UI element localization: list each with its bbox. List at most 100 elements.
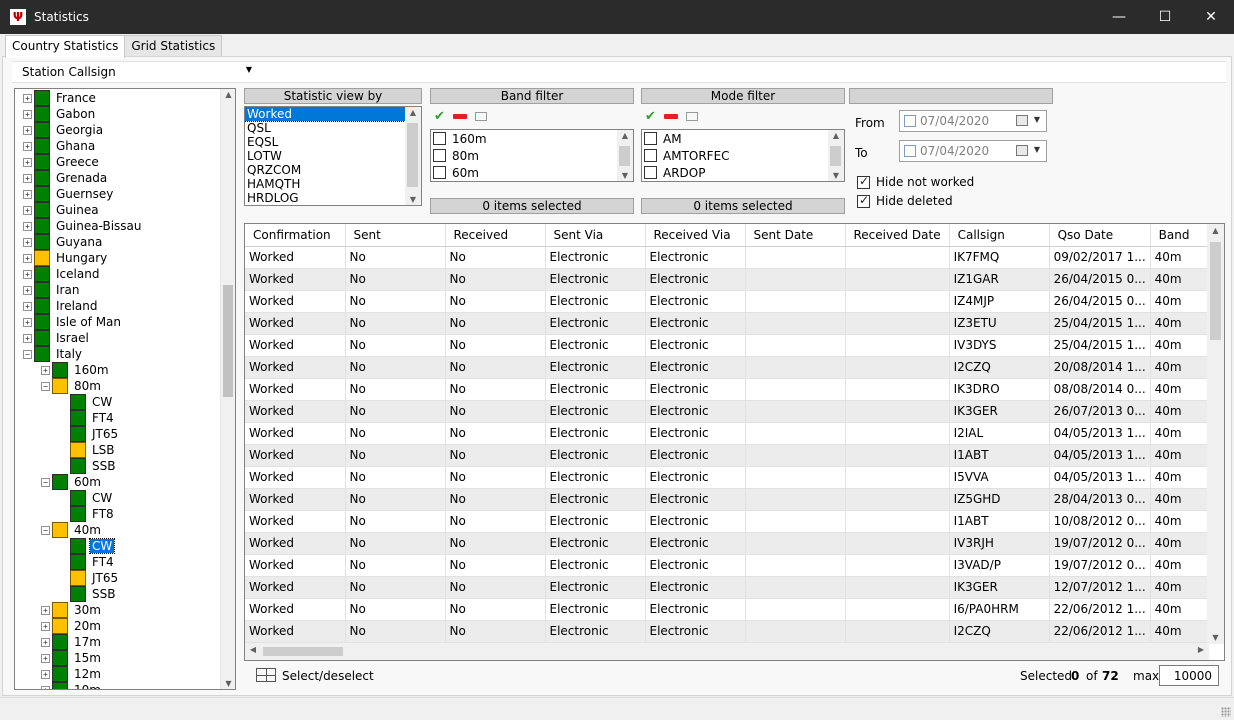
mode-filter-scroll-thumb[interactable] [830, 146, 841, 166]
scroll-left-icon[interactable]: ◀ [247, 645, 259, 654]
qso-grid[interactable]: Confirmation Sent Received Sent Via Received… [244, 223, 1225, 661]
tree-node-israel[interactable]: + Israel [23, 330, 91, 346]
item-checkbox[interactable] [433, 149, 446, 162]
scroll-up-icon[interactable]: ▲ [828, 131, 844, 140]
mode-filter-list[interactable]: AM AMTORFEC ARDOP ▲ ▼ [641, 129, 845, 182]
tree-node-band-160m[interactable]: +160m [41, 362, 111, 378]
grid-hscroll-thumb[interactable] [263, 647, 343, 656]
tree-node-guyana[interactable]: + Guyana [23, 234, 104, 250]
table-row[interactable]: Worked No No Electronic Electronic I2CZQ 20/08… [245, 356, 1219, 379]
expand-icon[interactable]: + [23, 285, 32, 295]
tree-node-mode-80m-lsb[interactable]: LSB [59, 442, 117, 458]
copy-icon[interactable] [474, 111, 487, 121]
tree-node-mode-40m-ssb[interactable]: SSB [59, 586, 117, 602]
scroll-up-icon[interactable]: ▲ [405, 108, 421, 117]
resize-grip-icon[interactable] [1221, 707, 1231, 717]
tree-scrollbar[interactable]: ▲ ▼ [220, 89, 235, 689]
station-callsign-dropdown[interactable]: Station Callsign ▼ [12, 62, 252, 82]
tab-country-statistics[interactable]: Country Statistics [5, 35, 126, 58]
check-all-icon[interactable]: ✔ [645, 109, 656, 124]
table-row[interactable]: Worked No No Electronic Electronic IZ3ETU 25/0… [245, 312, 1219, 335]
from-date-picker[interactable]: 07/04/2020 ▼ [899, 110, 1047, 132]
scroll-down-icon[interactable]: ▼ [1207, 633, 1224, 642]
expand-icon[interactable]: + [23, 93, 32, 103]
table-row[interactable]: Worked No No Electronic Electronic IK7FMQ 09/0… [245, 246, 1219, 269]
expand-icon[interactable]: + [23, 333, 32, 343]
minimize-button[interactable]: — [1096, 0, 1142, 34]
mode-filter-item[interactable]: ARDOP [642, 164, 844, 181]
select-deselect-button[interactable]: Select/deselect [282, 669, 374, 683]
tree-node-band-20m[interactable]: +20m [41, 618, 103, 634]
table-row[interactable]: Worked No No Electronic Electronic IZ1GAR 26/0… [245, 268, 1219, 291]
tree-node-mode-80m-jt65[interactable]: JT65 [59, 426, 120, 442]
column-header-callsign[interactable]: Callsign [949, 224, 1050, 247]
expand-icon[interactable]: + [41, 685, 50, 689]
expand-icon[interactable]: + [23, 269, 32, 279]
expand-icon[interactable]: + [41, 637, 50, 647]
statistic-view-item[interactable]: HRDLOG [245, 191, 421, 205]
country-tree[interactable]: ▲ ▼ + France + Gabon + Georgia + Ghana + Greece + G… [14, 88, 236, 690]
check-all-icon[interactable]: ✔ [434, 109, 445, 124]
table-row[interactable]: Worked No No Electronic Electronic IZ4MJP 26/0… [245, 290, 1219, 313]
mode-filter-item[interactable]: AMTORFEC [642, 147, 844, 164]
statistic-view-list[interactable]: Worked QSL EQSL LOTW QRZCOM HAMQTH HRDLOG ▲ ▼ [244, 106, 422, 206]
tree-node-france[interactable]: + France [23, 90, 98, 106]
tree-node-guinea[interactable]: + Guinea [23, 202, 101, 218]
tree-node-gabon[interactable]: + Gabon [23, 106, 97, 122]
band-filter-item[interactable]: 60m [431, 164, 633, 181]
collapse-icon[interactable]: − [41, 525, 50, 535]
statistic-view-scroll-thumb[interactable] [407, 123, 418, 187]
uncheck-all-icon[interactable] [452, 113, 467, 119]
tab-grid-statistics[interactable]: Grid Statistics [124, 35, 223, 57]
expand-icon[interactable]: + [23, 317, 32, 327]
tree-node-band-10m[interactable]: +10m [41, 682, 103, 689]
tree-node-iran[interactable]: + Iran [23, 282, 81, 298]
tree-node-band-80m[interactable]: − 80m [41, 378, 103, 394]
column-header-received-via[interactable]: Received Via [645, 224, 746, 247]
mode-filter-scrollbar[interactable]: ▲ ▼ [828, 130, 844, 181]
table-row[interactable]: Worked No No Electronic Electronic I6/PA0HRM 2… [245, 598, 1219, 621]
max-input[interactable]: 10000 [1159, 665, 1219, 686]
column-header-sent-date[interactable]: Sent Date [745, 224, 846, 247]
maximize-button[interactable]: ☐ [1142, 0, 1188, 34]
item-checkbox[interactable] [433, 132, 446, 145]
grid-vscroll-thumb[interactable] [1210, 242, 1221, 340]
item-checkbox[interactable] [433, 166, 446, 179]
tree-scroll-thumb[interactable] [223, 285, 233, 397]
expand-icon[interactable]: + [23, 141, 32, 151]
table-row[interactable]: Worked No No Electronic Electronic IV3DYS 25/0… [245, 334, 1219, 357]
column-header-qso-date[interactable]: Qso Date [1049, 224, 1151, 247]
band-filter-item[interactable]: 160m [431, 130, 633, 147]
tree-node-band-30m[interactable]: +30m [41, 602, 103, 618]
expand-icon[interactable]: + [23, 173, 32, 183]
expand-icon[interactable]: + [23, 221, 32, 231]
band-filter-scrollbar[interactable]: ▲ ▼ [617, 130, 633, 181]
hide-not-worked-option[interactable]: Hide not worked [857, 174, 974, 189]
scroll-right-icon[interactable]: ▶ [1195, 645, 1207, 654]
hide-deleted-checkbox[interactable] [857, 193, 870, 208]
column-header-received[interactable]: Received [445, 224, 546, 247]
tree-node-mode-40m-cw[interactable]: CW [59, 538, 116, 554]
band-filter-item[interactable]: 80m [431, 147, 633, 164]
expand-icon[interactable]: + [41, 653, 50, 663]
copy-icon[interactable] [685, 111, 698, 121]
select-grid-icon[interactable] [256, 668, 276, 682]
tree-node-mode-40m-ft4[interactable]: FT4 [59, 554, 116, 570]
tree-node-isle-of-man[interactable]: + Isle of Man [23, 314, 123, 330]
tree-node-guernsey[interactable]: + Guernsey [23, 186, 115, 202]
expand-icon[interactable]: + [23, 237, 32, 247]
expand-icon[interactable]: + [23, 109, 32, 119]
statistic-view-scrollbar[interactable]: ▲ ▼ [405, 107, 421, 205]
chevron-down-icon[interactable]: ▼ [1034, 115, 1040, 124]
to-date-checkbox[interactable] [904, 145, 916, 157]
statistic-view-item[interactable]: Worked [245, 107, 406, 122]
collapse-icon[interactable]: − [23, 349, 32, 359]
calendar-icon[interactable] [1016, 145, 1028, 156]
tree-node-iceland[interactable]: + Iceland [23, 266, 101, 282]
from-date-checkbox[interactable] [904, 115, 916, 127]
scroll-down-icon[interactable]: ▼ [828, 171, 844, 180]
scroll-up-icon[interactable]: ▲ [1207, 226, 1224, 235]
statistic-view-item[interactable]: HAMQTH [245, 177, 421, 191]
tree-node-ireland[interactable]: + Ireland [23, 298, 100, 314]
tree-node-greece[interactable]: + Greece [23, 154, 101, 170]
